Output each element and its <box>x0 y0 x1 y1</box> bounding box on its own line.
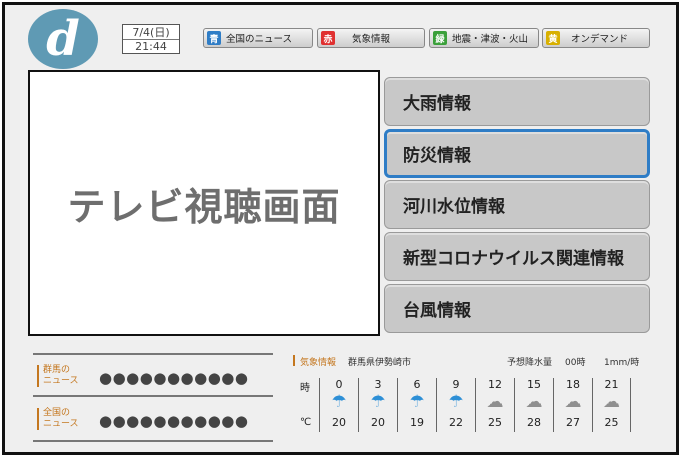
cloud-icon: ☁ <box>486 392 504 412</box>
forecast-hour: 15 <box>527 378 541 391</box>
time-row-label: 時 <box>300 383 310 394</box>
weather-location: 群馬県伊勢崎市 <box>348 358 412 368</box>
yellow-button-label: オンデマンド <box>571 34 629 45</box>
menu-label: 大雨情報 <box>403 94 471 114</box>
menu-covid[interactable]: 新型コロナウイルス関連情報 <box>384 232 650 281</box>
forecast-hour: 0 <box>335 378 343 391</box>
forecast-hour: 21 <box>604 378 619 391</box>
time-display: 21:44 <box>135 39 167 53</box>
red-button-label: 気象情報 <box>352 34 391 45</box>
cloud-icon: ☁ <box>564 392 582 412</box>
forecast-hour: 18 <box>566 378 580 391</box>
forecast-temp: 22 <box>449 416 463 429</box>
forecast-hour: 6 <box>413 378 421 391</box>
temp-row-label: ℃ <box>300 417 312 428</box>
menu-label: 防災情報 <box>403 146 471 166</box>
forecast-temp: 27 <box>566 416 580 429</box>
national-news-label: 全国の ニュース <box>37 408 79 430</box>
forecast-column: 12 ☁ 25 <box>475 378 514 432</box>
forecast-column: 21 ☁ 25 <box>592 378 631 432</box>
date-display: 7/4(日) <box>132 25 170 39</box>
cloud-icon: ☁ <box>525 392 543 412</box>
umbrella-icon: ☂ <box>448 392 464 412</box>
yellow-key-icon: 黄 <box>546 31 560 45</box>
umbrella-icon: ☂ <box>331 392 347 412</box>
logo-letter: d <box>46 11 80 67</box>
forecast-temp: 28 <box>527 416 541 429</box>
precip-unit: 1mm/時 <box>604 358 640 368</box>
forecast-hour: 12 <box>488 378 502 391</box>
forecast-column: 0 ☂ 20 <box>319 378 358 432</box>
blue-button-national-news[interactable]: 青 全国のニュース <box>203 28 313 48</box>
forecast-temp: 19 <box>410 416 424 429</box>
weather-title-marker <box>293 355 295 366</box>
gunma-news-text: ●●●●●●●●●●● <box>99 369 249 387</box>
blue-button-label: 全国のニュース <box>226 34 293 45</box>
gunma-news-ticker: 群馬の ニュース ●●●●●●●●●●● <box>33 353 273 397</box>
forecast-temp: 25 <box>488 416 502 429</box>
menu-heavy-rain[interactable]: 大雨情報 <box>384 77 650 126</box>
gunma-news-label: 群馬の ニュース <box>37 365 79 387</box>
forecast-column: 3 ☂ 20 <box>358 378 397 432</box>
menu-label: 新型コロナウイルス関連情報 <box>403 249 624 269</box>
umbrella-icon: ☂ <box>409 392 425 412</box>
clock: 7/4(日) 21:44 <box>122 24 180 54</box>
forecast-column: 9 ☂ 22 <box>436 378 475 432</box>
forecast-hour: 3 <box>374 378 382 391</box>
green-key-icon: 緑 <box>433 31 447 45</box>
green-button-label: 地震・津波・火山 <box>452 34 529 45</box>
menu-disaster-prevention[interactable]: 防災情報 <box>384 129 650 178</box>
forecast-temp: 25 <box>604 416 619 429</box>
national-news-text: ●●●●●●●●●●● <box>99 412 249 430</box>
cloud-icon: ☁ <box>603 392 620 412</box>
red-button-weather[interactable]: 赤 気象情報 <box>317 28 425 48</box>
blue-key-icon: 青 <box>207 31 221 45</box>
precip-value: 00時 <box>565 358 586 368</box>
d-logo: d <box>28 9 98 69</box>
weather-title: 気象情報 <box>300 358 337 368</box>
tv-viewing-area: テレビ視聴画面 <box>28 70 380 336</box>
menu-label: 河川水位情報 <box>403 197 505 217</box>
forecast-column: 18 ☁ 27 <box>553 378 592 432</box>
menu-river-level[interactable]: 河川水位情報 <box>384 180 650 229</box>
national-news-ticker: 全国の ニュース ●●●●●●●●●●● <box>33 398 273 442</box>
precip-label: 予想降水量 <box>507 358 553 368</box>
forecast-column: 6 ☂ 19 <box>397 378 436 432</box>
menu-typhoon[interactable]: 台風情報 <box>384 284 650 333</box>
red-key-icon: 赤 <box>321 31 335 45</box>
forecast-temp: 20 <box>371 416 385 429</box>
forecast-column: 15 ☁ 28 <box>514 378 553 432</box>
yellow-button-on-demand[interactable]: 黄 オンデマンド <box>542 28 650 48</box>
menu-label: 台風情報 <box>403 301 471 321</box>
tv-viewing-label: テレビ視聴画面 <box>67 184 341 229</box>
forecast-hour: 9 <box>452 378 460 391</box>
forecast-temp: 20 <box>332 416 346 429</box>
umbrella-icon: ☂ <box>370 392 386 412</box>
green-button-earthquake[interactable]: 緑 地震・津波・火山 <box>429 28 539 48</box>
